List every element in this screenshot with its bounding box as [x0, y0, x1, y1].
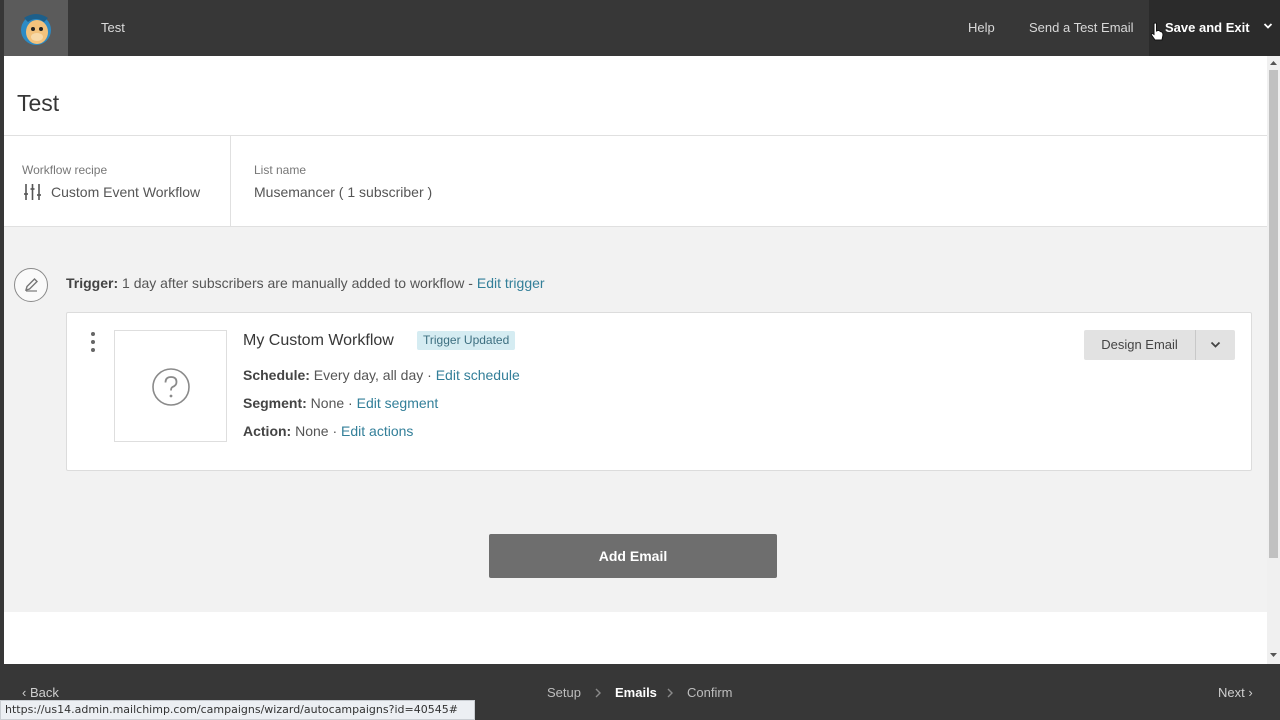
list-name-label: List name — [254, 163, 307, 177]
chevron-down-icon — [1210, 341, 1221, 348]
action-value: None · — [291, 423, 342, 439]
vertical-scrollbar[interactable] — [1267, 56, 1280, 664]
edit-trigger-icon-button[interactable] — [14, 268, 48, 302]
workflow-recipe-label: Workflow recipe — [22, 163, 108, 177]
segment-value: None · — [306, 395, 357, 411]
chevron-down-icon — [1263, 23, 1273, 29]
step-setup[interactable]: Setup — [547, 685, 581, 700]
segment-row: Segment: None · Edit segment — [243, 395, 438, 411]
trigger-text: 1 day after subscribers are manually add… — [118, 275, 477, 291]
trigger-label: Trigger: — [66, 275, 119, 291]
scroll-down-icon[interactable] — [1270, 652, 1277, 658]
email-thumbnail[interactable] — [114, 330, 227, 442]
campaign-title: Test — [101, 20, 125, 35]
design-email-button[interactable]: Design Email — [1084, 330, 1195, 360]
status-badge: Trigger Updated — [417, 331, 516, 350]
kebab-menu-icon[interactable] — [89, 331, 97, 353]
question-icon — [152, 368, 190, 406]
schedule-value: Every day, all day · — [309, 367, 436, 383]
edit-segment-link[interactable]: Edit segment — [357, 395, 439, 411]
back-label: Back — [29, 685, 59, 700]
edit-schedule-link[interactable]: Edit schedule — [436, 367, 520, 383]
action-row: Action: None · Edit actions — [243, 423, 413, 439]
pencil-icon — [24, 278, 38, 292]
send-test-email-link[interactable]: Send a Test Email — [1029, 20, 1134, 35]
save-and-exit-button[interactable]: Save and Exit — [1149, 0, 1280, 56]
freddie-logo-icon — [21, 14, 51, 45]
status-bar-url: https://us14.admin.mailchimp.com/campaig… — [0, 700, 475, 720]
hand-cursor-icon — [1150, 22, 1164, 41]
top-bar: Test Help Send a Test Email Save and Exi… — [0, 0, 1280, 56]
page-header: Test — [4, 56, 1267, 136]
schedule-row: Schedule: Every day, all day · Edit sche… — [243, 367, 520, 383]
design-email-dropdown[interactable] — [1195, 330, 1235, 360]
scroll-up-icon[interactable] — [1270, 60, 1277, 66]
edit-actions-link[interactable]: Edit actions — [341, 423, 413, 439]
next-button[interactable]: Next › — [1218, 685, 1253, 700]
step-confirm[interactable]: Confirm — [687, 685, 733, 700]
next-label: Next — [1218, 685, 1245, 700]
sliders-icon — [24, 184, 41, 200]
back-button[interactable]: ‹ Back — [22, 685, 59, 700]
email-card: My Custom Workflow Trigger Updated Sched… — [66, 312, 1252, 471]
help-link[interactable]: Help — [968, 20, 995, 35]
page-title: Test — [17, 90, 60, 116]
page-footer-space — [4, 612, 1267, 664]
workflow-recipe-section: Workflow recipe Custom Event Workflow — [4, 136, 231, 226]
schedule-label: Schedule: — [243, 367, 310, 383]
chevron-right-icon — [667, 688, 673, 698]
workflow-meta: Workflow recipe Custom Event Workflow Li… — [4, 136, 1267, 227]
add-email-button[interactable]: Add Email — [489, 534, 777, 578]
mailchimp-logo[interactable] — [4, 0, 68, 56]
edit-trigger-link[interactable]: Edit trigger — [477, 275, 545, 291]
trigger-summary: Trigger: 1 day after subscribers are man… — [66, 275, 545, 291]
chevron-right-icon — [595, 688, 601, 698]
scrollbar-thumb[interactable] — [1269, 70, 1278, 558]
action-label: Action: — [243, 423, 292, 439]
emails-workarea: Trigger: 1 day after subscribers are man… — [4, 227, 1267, 612]
segment-label: Segment: — [243, 395, 307, 411]
list-name-value: Musemancer ( 1 subscriber ) — [254, 184, 433, 200]
workflow-recipe-value: Custom Event Workflow — [51, 184, 201, 200]
email-name: My Custom Workflow — [243, 332, 394, 349]
step-emails[interactable]: Emails — [615, 685, 657, 700]
save-and-exit-label: Save and Exit — [1165, 20, 1250, 35]
